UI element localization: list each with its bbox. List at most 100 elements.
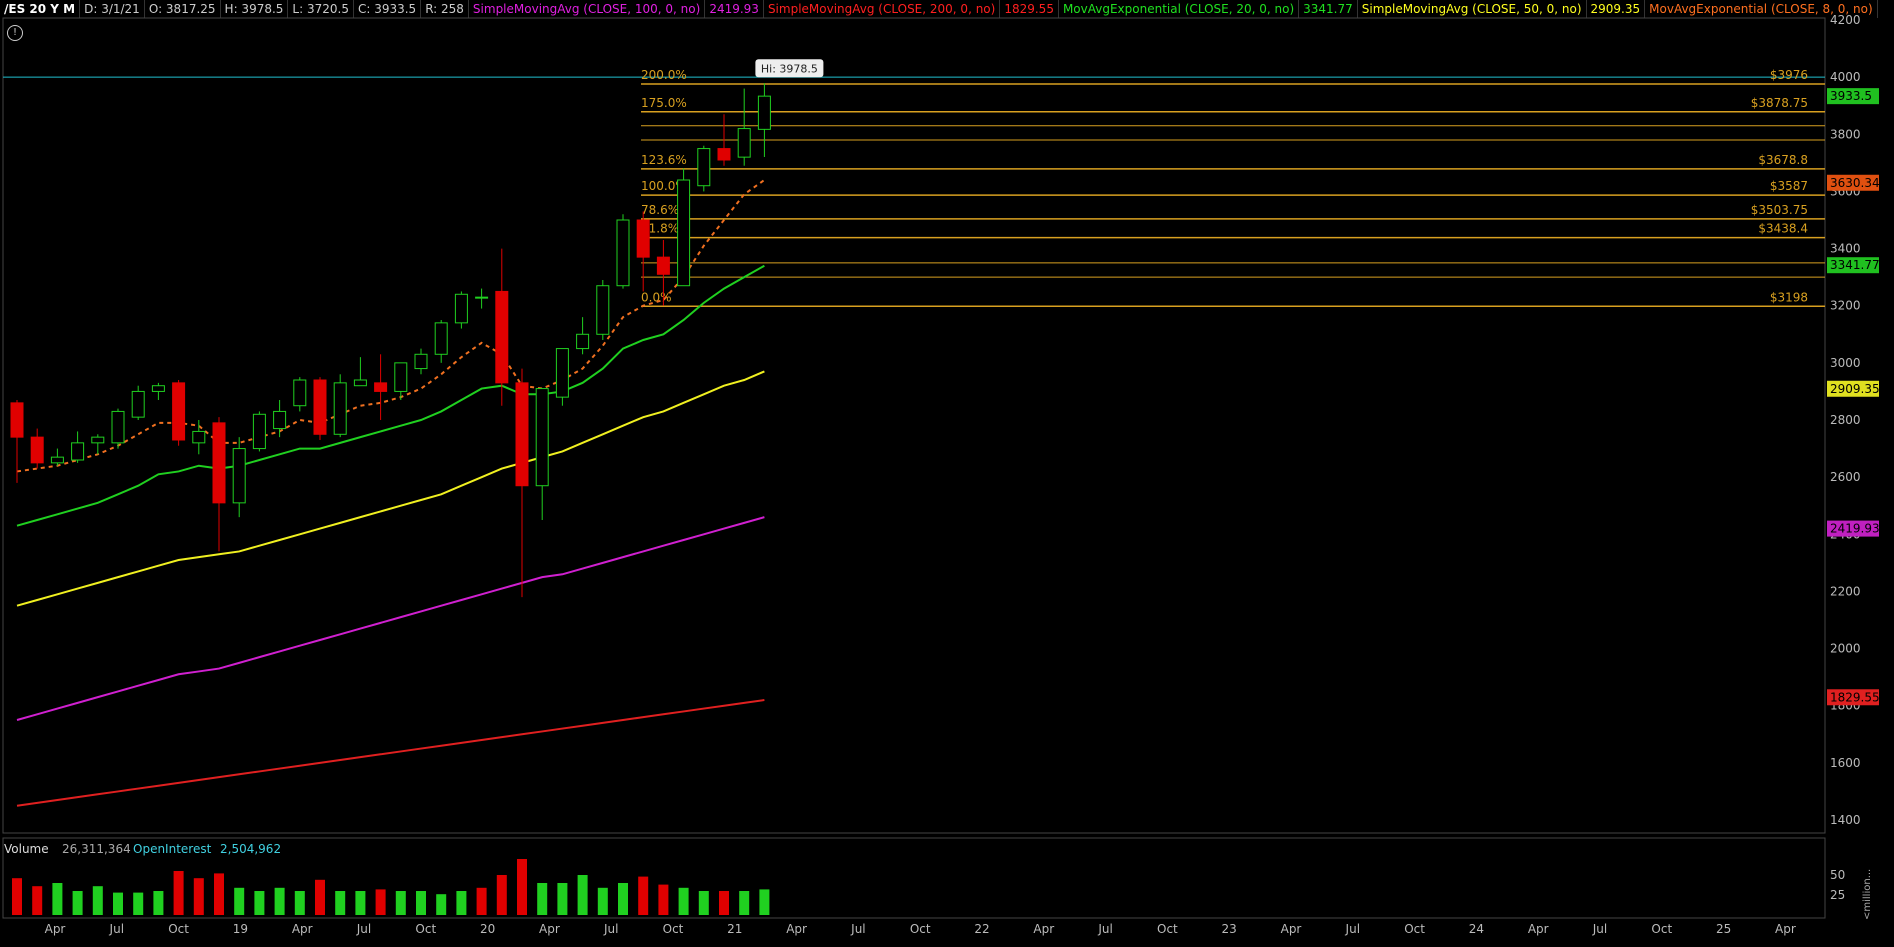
x-tick-label: Apr — [292, 922, 313, 936]
fib-price-label: $3587 — [1770, 179, 1808, 193]
volume-bar — [274, 887, 285, 915]
volume-bar — [113, 892, 123, 915]
ema20-line — [16, 264, 765, 527]
candle-body — [717, 148, 731, 161]
open-interest-label: OpenInterest — [133, 842, 212, 856]
candle-body — [172, 382, 186, 441]
x-tick-label: Apr — [1281, 922, 1302, 936]
fib-price-label: $3438.4 — [1758, 222, 1808, 236]
volume-bar — [719, 891, 729, 915]
x-tick-label: Jul — [603, 922, 618, 936]
fib-percent-label: 200.0% — [641, 68, 687, 82]
candle-body — [212, 422, 226, 504]
price-badge-label: 2419.93 — [1830, 522, 1880, 536]
candle-body — [636, 219, 650, 258]
candle-body — [454, 293, 468, 324]
price-chart[interactable]: 1400160018002000220024002600280030003200… — [0, 0, 1894, 947]
candle-body — [111, 410, 125, 444]
x-tick-label: Jul — [1345, 922, 1360, 936]
volume-tick-label: 25 — [1830, 888, 1845, 902]
candle-body — [313, 379, 327, 435]
candle-body — [596, 285, 610, 335]
candle-body — [252, 413, 266, 450]
volume-bar — [254, 891, 265, 915]
fib-price-label: $3198 — [1770, 290, 1808, 304]
x-tick-label: Oct — [1404, 922, 1425, 936]
price-tick-label: 3400 — [1830, 242, 1861, 256]
volume-bar — [173, 871, 184, 915]
volume-unit-label: <million... — [1862, 868, 1873, 920]
volume-bar — [72, 891, 83, 915]
volume-bar — [678, 887, 689, 915]
volume-bar — [153, 891, 164, 915]
volume-bar — [395, 891, 406, 915]
volume-bar — [557, 883, 568, 915]
fib-price-label: $3976 — [1770, 68, 1808, 82]
x-tick-label: Apr — [1528, 922, 1549, 936]
candle-body — [535, 388, 549, 487]
price-badge-label: 2909.35 — [1830, 382, 1880, 396]
sma200-line — [16, 699, 765, 807]
x-tick-label: Apr — [45, 922, 66, 936]
x-tick-label: Apr — [1033, 922, 1054, 936]
candle-body — [10, 402, 24, 438]
fib-percent-label: 175.0% — [641, 96, 687, 110]
candle-body — [293, 379, 307, 407]
price-tick-label: 3000 — [1830, 356, 1861, 370]
candle-body — [50, 456, 64, 464]
volume-bar — [335, 891, 346, 915]
candle-body — [757, 95, 771, 130]
x-tick-label: Oct — [1157, 922, 1178, 936]
volume-bar — [234, 887, 245, 915]
candle-body — [333, 382, 347, 435]
price-tick-label: 3800 — [1830, 127, 1861, 141]
x-tick-label: 20 — [480, 922, 495, 936]
x-tick-label: Oct — [415, 922, 436, 936]
price-badge-label: 3630.34 — [1830, 176, 1880, 190]
x-tick-label: 25 — [1716, 922, 1731, 936]
volume-value: 26,311,364 — [62, 842, 131, 856]
volume-bar — [759, 889, 770, 915]
price-tick-label: 2000 — [1830, 642, 1861, 656]
sma100-line — [16, 516, 765, 721]
x-tick-label: 21 — [727, 922, 742, 936]
price-tick-label: 2800 — [1830, 413, 1861, 427]
price-badge-label: 3933.5 — [1830, 89, 1872, 103]
volume-bar — [638, 876, 649, 915]
price-tick-label: 3200 — [1830, 299, 1861, 313]
candle-body — [91, 436, 105, 444]
volume-bar — [597, 887, 608, 915]
volume-bar — [496, 875, 507, 915]
x-tick-label: Jul — [356, 922, 371, 936]
candle-body — [555, 348, 569, 398]
fib-percent-label: 78.6% — [641, 203, 679, 217]
volume-bar — [214, 873, 224, 915]
fib-price-label: $3878.75 — [1751, 96, 1808, 110]
price-tick-label: 1600 — [1830, 756, 1861, 770]
volume-bar — [537, 883, 548, 915]
candle-body — [192, 430, 206, 444]
x-tick-label: 24 — [1469, 922, 1484, 936]
price-tick-label: 1400 — [1830, 813, 1861, 827]
price-tick-label: 4000 — [1830, 70, 1861, 84]
price-tick-label: 2200 — [1830, 584, 1861, 598]
open-interest-value: 2,504,962 — [220, 842, 282, 856]
volume-bar — [294, 891, 305, 915]
volume-bar — [193, 878, 204, 915]
volume-bar — [618, 883, 628, 915]
x-tick-label: 19 — [233, 922, 248, 936]
x-tick-label: Oct — [168, 922, 189, 936]
candle-body — [656, 256, 670, 275]
x-tick-label: Apr — [539, 922, 560, 936]
candle-body — [576, 333, 590, 350]
x-tick-label: Jul — [1097, 922, 1112, 936]
volume-bar — [577, 875, 588, 915]
volume-bar — [456, 891, 467, 915]
candle-body — [131, 390, 145, 418]
volume-bar — [436, 894, 447, 915]
x-tick-label: Jul — [109, 922, 124, 936]
x-tick-label: Oct — [910, 922, 931, 936]
volume-bar — [133, 892, 144, 915]
volume-bar — [416, 891, 426, 915]
x-tick-label: Jul — [1592, 922, 1607, 936]
